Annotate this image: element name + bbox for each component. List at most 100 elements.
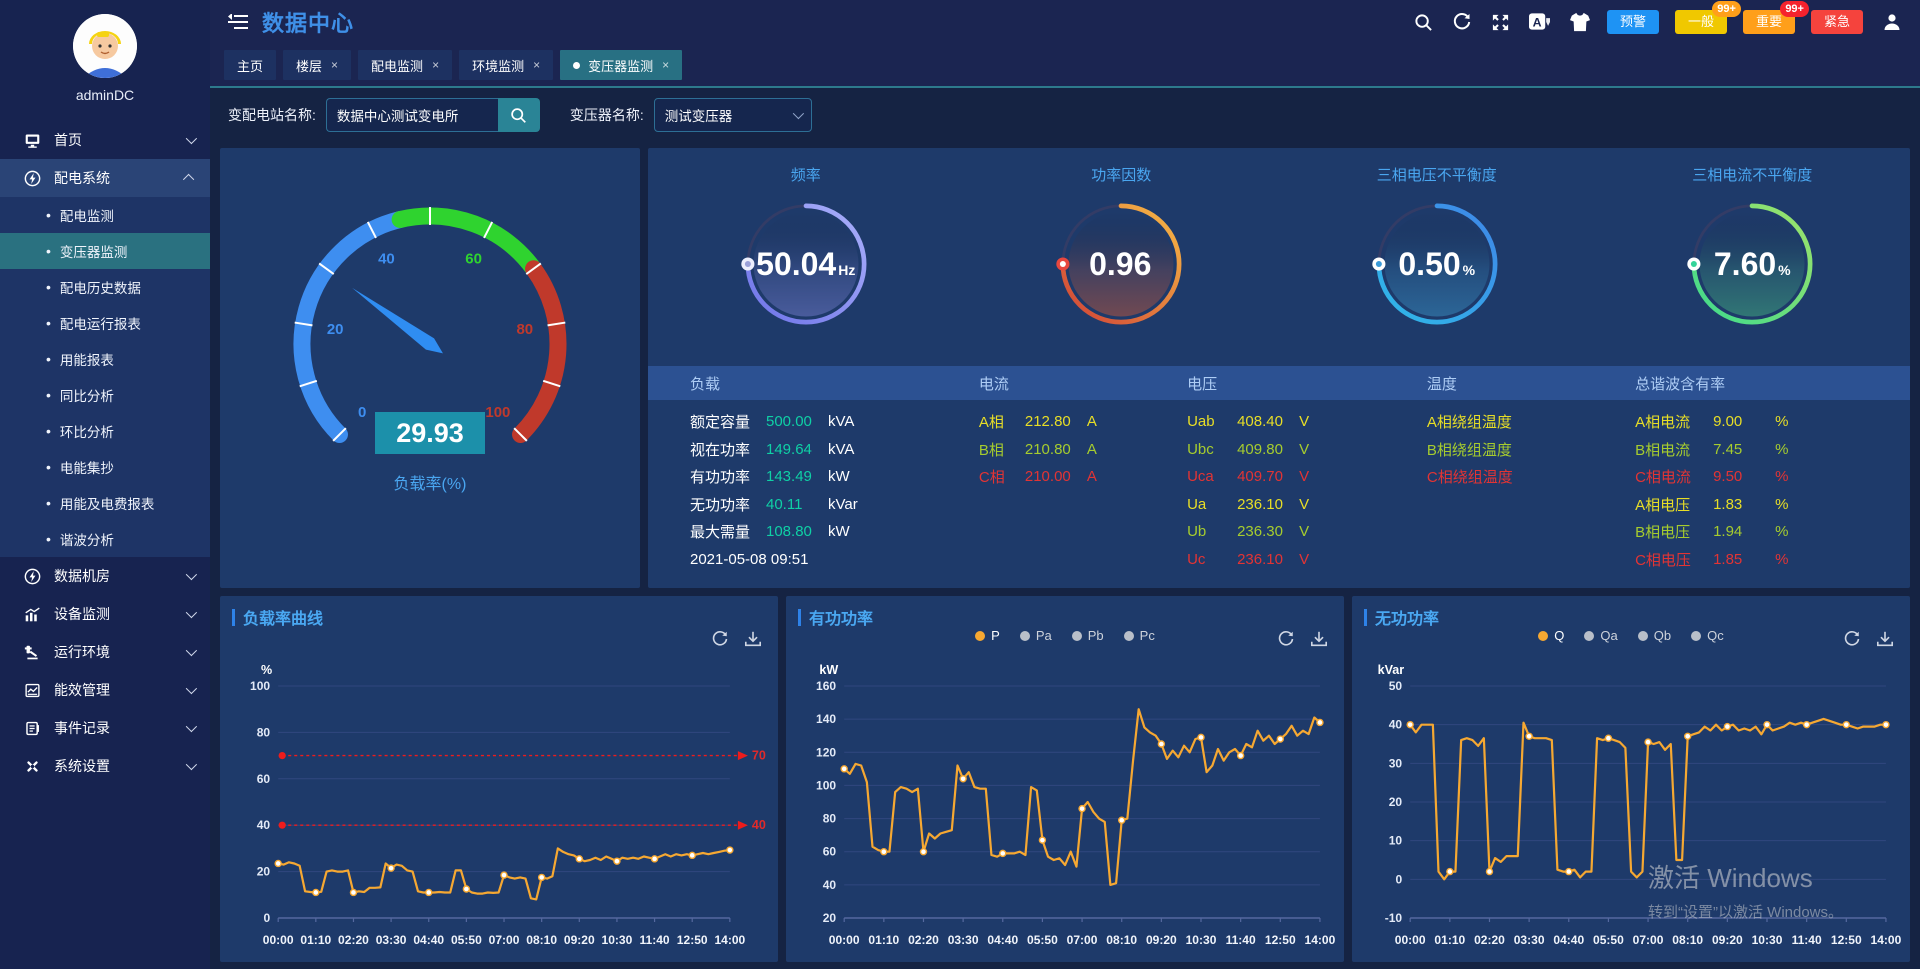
svg-text:40: 40	[378, 250, 395, 267]
theme-tshirt-icon[interactable]	[1569, 12, 1591, 32]
legend-label: P	[991, 628, 1000, 643]
table-row: Uab408.40V	[1187, 408, 1399, 436]
legend-label: Qc	[1707, 628, 1724, 643]
phase-label: A相	[979, 411, 1025, 432]
thd-label: A相电流	[1635, 411, 1713, 432]
legend-item[interactable]: P	[975, 628, 1000, 643]
user-icon[interactable]	[1882, 12, 1902, 32]
station-search-button[interactable]	[498, 98, 540, 132]
alarm-count-badge: 99+	[1780, 1, 1809, 17]
load-unit: kW	[828, 523, 850, 540]
sidebar-item[interactable]: 设备监测	[0, 595, 210, 633]
alarm-badge[interactable]: 一般99+	[1675, 10, 1727, 34]
sidebar-item[interactable]: 数据机房	[0, 557, 210, 595]
close-icon[interactable]: ×	[533, 58, 540, 72]
svg-text:03:30: 03:30	[376, 933, 407, 947]
legend-item[interactable]: Qc	[1691, 628, 1724, 643]
close-icon[interactable]: ×	[432, 58, 439, 72]
sidebar-item[interactable]: 运行环境	[0, 633, 210, 671]
sidebar-item[interactable]: 系统设置	[0, 747, 210, 785]
chart-legend: P Pa Pb Pc	[786, 628, 1344, 643]
chart-refresh-icon[interactable]	[711, 630, 729, 648]
load-label: 有功功率	[690, 466, 766, 487]
fullscreen-icon[interactable]	[1491, 13, 1510, 32]
sidebar-item[interactable]: 能效管理	[0, 671, 210, 709]
station-input[interactable]	[326, 98, 498, 132]
chart-download-icon[interactable]	[744, 630, 762, 648]
legend-item[interactable]: Q	[1538, 628, 1564, 643]
chart-download-icon[interactable]	[1876, 630, 1894, 648]
sidebar-item[interactable]: 事件记录	[0, 709, 210, 747]
voltage-value: 236.10	[1237, 496, 1299, 513]
kpi-current-unbalance: 三相电流不平衡度 7.60%	[1595, 148, 1911, 366]
chart-legend: Q Qa Qb Qc	[1352, 628, 1910, 643]
load-label: 额定容量	[690, 411, 766, 432]
sidebar-subitem[interactable]: 电能集抄	[0, 449, 210, 485]
sidebar-subitem[interactable]: 谐波分析	[0, 521, 210, 557]
sidebar-subitem[interactable]: 配电监测	[0, 197, 210, 233]
home-icon	[24, 132, 41, 149]
table-row: 视在功率149.64kVA	[690, 436, 951, 464]
table-row: 2021-05-08 09:51	[690, 546, 951, 574]
svg-text:00:00: 00:00	[1395, 933, 1426, 947]
chart-icon	[24, 606, 41, 623]
legend-item[interactable]: Pc	[1124, 628, 1155, 643]
legend-dot-icon	[1691, 631, 1701, 641]
sidebar-item[interactable]: 配电系统	[0, 159, 210, 197]
tab[interactable]: 配电监测×	[358, 50, 452, 80]
alarm-badge-label: 紧急	[1824, 14, 1850, 29]
sidebar-item[interactable]: 首页	[0, 121, 210, 159]
legend-item[interactable]: Qb	[1638, 628, 1671, 643]
voltage-value: 408.40	[1237, 413, 1299, 430]
thd-column: A相电流9.00%B相电流7.45%C相电流9.50%A相电压1.83%B相电压…	[1607, 408, 1910, 573]
legend-item[interactable]: Qa	[1584, 628, 1617, 643]
reactive-power-chart-panel: 无功功率 QQaQbQc -1001020304050kVar00:0001:1…	[1352, 596, 1910, 962]
chart-download-icon[interactable]	[1310, 630, 1328, 648]
load-label: 视在功率	[690, 439, 766, 460]
chevron-down-icon	[186, 683, 197, 694]
sidebar-subitem[interactable]: 配电运行报表	[0, 305, 210, 341]
svg-text:0: 0	[263, 911, 270, 925]
alarm-badge-label: 重要	[1756, 14, 1782, 29]
search-icon[interactable]	[1414, 13, 1433, 32]
sidebar-subitem[interactable]: 变压器监测	[0, 233, 210, 269]
close-icon[interactable]: ×	[331, 58, 338, 72]
timestamp: 2021-05-08 09:51	[690, 551, 808, 568]
sidebar-subitem[interactable]: 用能报表	[0, 341, 210, 377]
alarm-badges: 预警一般99+ 重要99+ 紧急	[1591, 10, 1863, 34]
legend-item[interactable]: Pa	[1020, 628, 1052, 643]
alarm-badge[interactable]: 重要99+	[1743, 10, 1795, 34]
svg-text:40: 40	[257, 818, 271, 832]
transformer-select[interactable]: 测试变压器	[654, 98, 812, 132]
hamburger-icon[interactable]	[228, 14, 248, 30]
svg-text:140: 140	[816, 712, 836, 726]
sidebar-subitem[interactable]: 用能及电费报表	[0, 485, 210, 521]
table-row: 有功功率143.49kW	[690, 463, 951, 491]
svg-text:09:20: 09:20	[1712, 933, 1743, 947]
svg-text:04:40: 04:40	[1553, 933, 1584, 947]
sidebar-item-label: 设备监测	[54, 604, 186, 624]
svg-text:50: 50	[1389, 679, 1403, 693]
current-value: 212.80	[1025, 413, 1087, 430]
refresh-icon[interactable]	[1452, 12, 1472, 32]
thd-value: 1.94	[1713, 523, 1761, 540]
tab[interactable]: 主页	[224, 50, 276, 80]
voltage-label: Uca	[1187, 468, 1237, 485]
chart-refresh-icon[interactable]	[1277, 630, 1295, 648]
user-panel: adminDC	[0, 0, 210, 103]
kpi-unit: Hz	[838, 262, 855, 278]
tab[interactable]: 环境监测×	[459, 50, 553, 80]
tab[interactable]: 变压器监测×	[560, 50, 682, 80]
sidebar-subitem[interactable]: 同比分析	[0, 377, 210, 413]
avatar[interactable]	[73, 14, 137, 78]
chart-refresh-icon[interactable]	[1843, 630, 1861, 648]
legend-item[interactable]: Pb	[1072, 628, 1104, 643]
close-icon[interactable]: ×	[662, 58, 669, 72]
tab[interactable]: 楼层×	[283, 50, 351, 80]
alarm-badge[interactable]: 预警	[1607, 10, 1659, 34]
sidebar-subitem[interactable]: 配电历史数据	[0, 269, 210, 305]
sidebar-subitem[interactable]: 环比分析	[0, 413, 210, 449]
thd-unit: %	[1775, 468, 1788, 485]
translate-icon[interactable]: A	[1529, 12, 1550, 32]
alarm-badge[interactable]: 紧急	[1811, 10, 1863, 34]
